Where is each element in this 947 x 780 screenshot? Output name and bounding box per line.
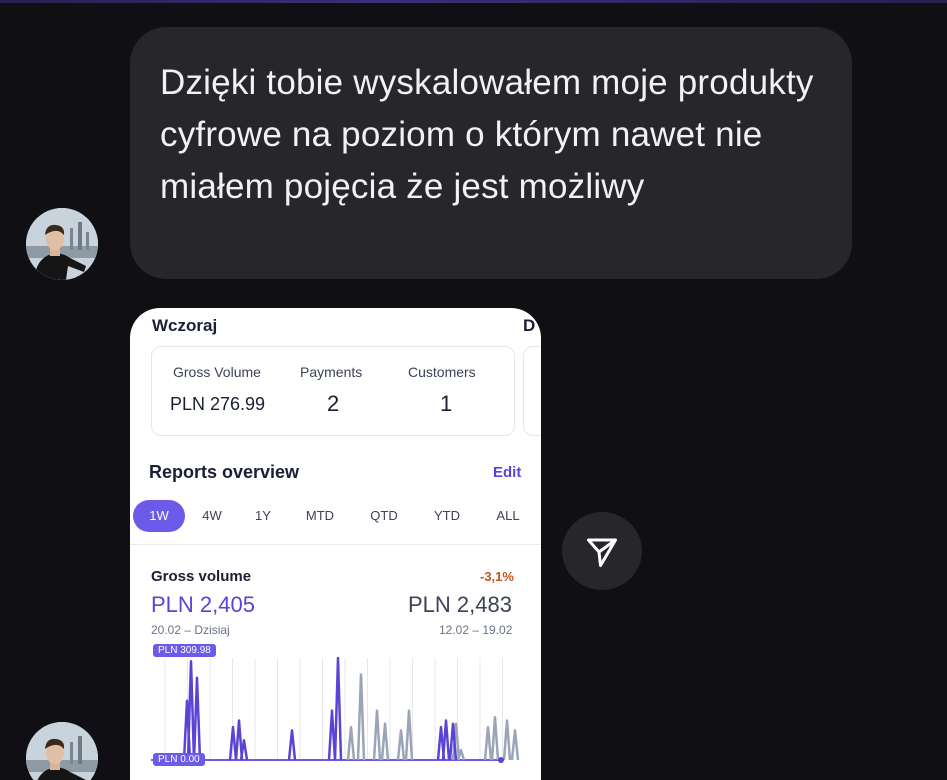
message-bubble[interactable]: Dzięki tobie wyskalowałem moje produkty … <box>130 27 852 279</box>
tab-4w[interactable]: 4W <box>192 500 232 532</box>
chart-previous-spike <box>396 729 406 761</box>
top-accent-bar <box>0 0 947 3</box>
stats-card-next <box>523 346 541 436</box>
message-text: Dzięki tobie wyskalowałem moje produkty … <box>160 63 814 206</box>
chart-previous-spike <box>502 719 512 761</box>
gross-volume-change: -3,1% <box>480 569 514 584</box>
avatar-photo-icon <box>26 208 98 280</box>
reports-title: Reports overview <box>149 462 300 482</box>
gross-volume-current: PLN 2,405 <box>151 592 255 617</box>
stat-value-gross-volume: PLN 276.99 <box>170 394 266 414</box>
sender-avatar-2[interactable] <box>26 722 98 780</box>
tab-1w[interactable]: 1W <box>133 500 185 532</box>
gross-volume-current-range: 20.02 – Dzisiaj <box>151 623 230 637</box>
stat-value-payments: 2 <box>327 391 340 416</box>
section-title-next: D <box>523 316 536 335</box>
stats-card: Gross Volume PLN 276.99 Payments 2 Custo… <box>151 346 515 436</box>
tab-all[interactable]: ALL <box>486 500 530 532</box>
stat-label-payments: Payments <box>300 364 363 380</box>
gross-volume-previous: PLN 2,483 <box>408 592 512 617</box>
tab-qtd[interactable]: QTD <box>360 500 408 532</box>
tab-mtd[interactable]: MTD <box>296 500 344 532</box>
chart-end-dot <box>498 757 504 763</box>
tab-ytd[interactable]: YTD <box>423 500 471 532</box>
chart-previous-spike <box>483 725 493 761</box>
gross-volume-previous-range: 12.02 – 19.02 <box>439 623 513 637</box>
gross-volume-label: Gross volume <box>151 568 252 585</box>
divider <box>130 544 541 545</box>
send-icon <box>587 538 617 567</box>
sender-avatar[interactable] <box>26 208 98 280</box>
avatar-photo-icon <box>26 722 98 780</box>
chart-previous-spike <box>372 709 382 761</box>
share-button[interactable] <box>562 512 642 590</box>
shared-screenshot[interactable]: Wczoraj D Gross Volume PLN 276.99 Paymen… <box>130 308 541 780</box>
tab-1y[interactable]: 1Y <box>245 500 281 532</box>
edit-link[interactable]: Edit <box>493 464 521 481</box>
chart-current-spike <box>441 719 451 761</box>
stat-label-customers: Customers <box>408 364 476 380</box>
chart-previous-spike <box>490 715 500 761</box>
chart-current-spike <box>186 660 196 761</box>
chart-previous-spike <box>356 673 366 761</box>
stat-value-customers: 1 <box>440 391 453 416</box>
chart-current-spike <box>192 676 202 761</box>
chart-previous-spike <box>380 722 390 761</box>
chart-previous-spike <box>510 729 520 761</box>
chart-y-max-label: PLN 309.98 <box>153 644 216 657</box>
chart-current-spike <box>333 656 343 761</box>
chart-previous-spike <box>346 725 356 761</box>
chart-current-spike <box>287 729 297 761</box>
gross-volume-chart[interactable]: PLN 309.98 PLN 0.00 <box>151 642 521 772</box>
section-title: Wczoraj <box>152 316 218 335</box>
chart-y-min-label: PLN 0.00 <box>153 753 205 766</box>
stat-label-gross-volume: Gross Volume <box>173 364 261 380</box>
chart-previous-spike <box>404 709 414 761</box>
chart-svg <box>151 656 520 763</box>
range-tabs: 1W 4W 1Y MTD QTD YTD ALL <box>130 498 541 534</box>
